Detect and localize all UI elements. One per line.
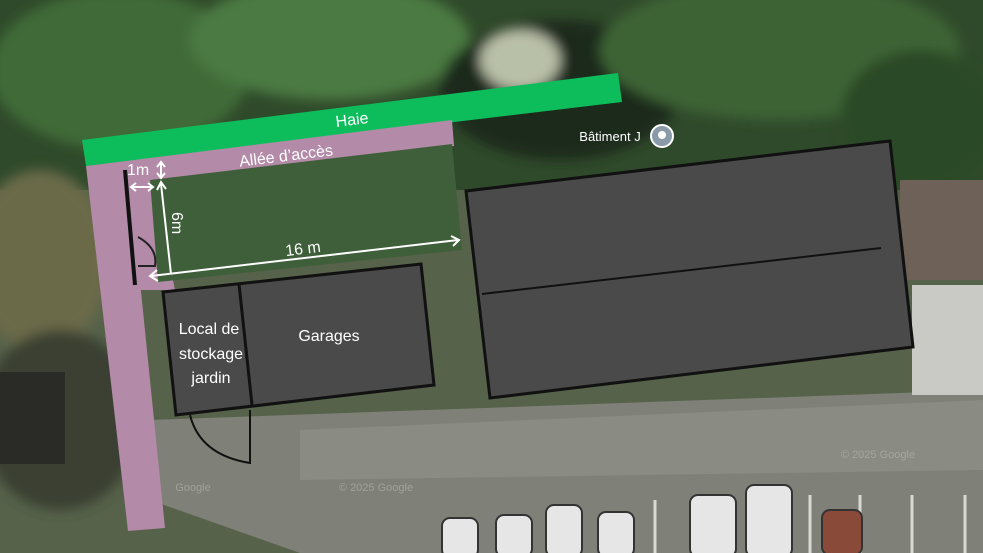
map-pin-icon[interactable]: [650, 124, 674, 148]
building-j-label: Bâtiment J: [579, 129, 640, 144]
map-watermark: © 2025 Google: [841, 449, 915, 461]
dimension-6m-label: 6m: [168, 212, 185, 234]
dimension-1m-label: 1m: [127, 162, 149, 179]
storage-label-line3: jardin: [190, 370, 230, 387]
building-j-marker[interactable]: Bâtiment J: [579, 124, 674, 148]
storage-label-line1: Local de: [179, 321, 240, 338]
map-watermark: © 2025 Google: [339, 482, 413, 494]
map-canvas[interactable]: Haie Allée d’accès 1m 6m 16 m Local de s…: [0, 0, 983, 553]
map-watermark: Google: [175, 482, 210, 494]
garages-label: Garages: [298, 328, 359, 345]
site-plan-map: Haie Allée d’accès 1m 6m 16 m Local de s…: [0, 0, 983, 553]
storage-label-line2: stockage: [179, 346, 243, 363]
